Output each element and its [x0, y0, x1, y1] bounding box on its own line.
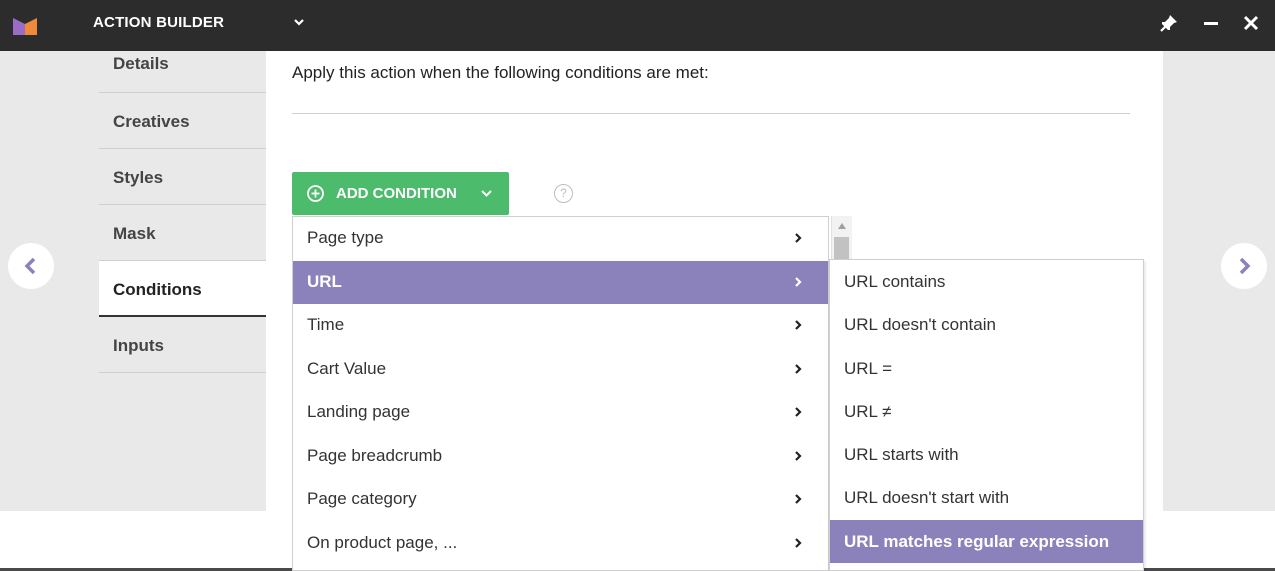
- item-label: URL contains: [844, 272, 946, 291]
- title-bar: ACTION BUILDER: [0, 0, 1275, 51]
- nav-item-label: Mask: [113, 224, 156, 243]
- condition-type-landing-page[interactable]: Landing page: [293, 391, 828, 435]
- item-label: URL =: [844, 358, 893, 378]
- nav-item-label: Styles: [113, 168, 164, 187]
- pin-icon[interactable]: [1158, 12, 1180, 34]
- url-doesnt-start-with-option[interactable]: URL doesn't start with: [830, 476, 1143, 519]
- item-label: URL starts with: [844, 445, 959, 465]
- condition-type-on-product-page[interactable]: On product page, ...: [293, 522, 828, 566]
- nav-item-label: Inputs: [113, 336, 164, 355]
- chevron-right-icon: [795, 276, 802, 287]
- url-matches-regex-option[interactable]: URL matches regular expression: [830, 519, 1143, 564]
- item-label: Landing page: [307, 402, 411, 421]
- chevron-right-icon: [795, 494, 802, 504]
- item-label: URL: [307, 271, 342, 291]
- nav-item-styles[interactable]: Styles: [99, 149, 266, 205]
- item-label: URL matches regular expression: [844, 531, 1110, 551]
- condition-type-dropdown: Page type URL Time Cart Value Landing pa…: [292, 216, 829, 571]
- item-label: URL ≠: [844, 401, 892, 421]
- help-icon[interactable]: ?: [554, 184, 573, 203]
- next-button[interactable]: [1221, 243, 1267, 289]
- url-not-equals-option[interactable]: URL ≠: [830, 390, 1143, 433]
- chevron-right-icon: [1239, 257, 1251, 275]
- chevron-right-icon: [795, 537, 802, 548]
- condition-type-cart-value[interactable]: Cart Value: [293, 348, 828, 392]
- chevron-right-icon: [795, 450, 802, 461]
- url-condition-submenu: URL contains URL doesn't contain URL = U…: [829, 259, 1144, 571]
- add-condition-label: ADD CONDITION: [336, 185, 457, 202]
- chevron-down-icon: [481, 190, 492, 197]
- chevron-right-icon: [795, 320, 802, 330]
- item-label: Cart Value: [307, 358, 387, 378]
- nav-item-label: Details: [113, 54, 169, 73]
- chevron-left-icon: [24, 257, 36, 275]
- item-label: Time: [307, 315, 345, 334]
- condition-type-page-breadcrumb[interactable]: Page breadcrumb: [293, 435, 828, 479]
- condition-type-url[interactable]: URL: [293, 260, 828, 304]
- url-contains-option[interactable]: URL contains: [830, 260, 1143, 303]
- nav-item-details[interactable]: Details: [99, 51, 266, 93]
- item-label: Page type: [307, 228, 384, 247]
- condition-type-time[interactable]: Time: [293, 304, 828, 348]
- item-label: URL doesn't contain: [844, 315, 996, 335]
- nav-item-label: Conditions: [113, 280, 202, 299]
- nav-item-label: Creatives: [113, 112, 190, 131]
- scroll-up-arrow-icon[interactable]: [837, 222, 847, 230]
- chevron-right-icon: [795, 363, 802, 374]
- nav-item-mask[interactable]: Mask: [99, 205, 266, 261]
- item-label: Page breadcrumb: [307, 445, 443, 465]
- nav-item-inputs[interactable]: Inputs: [99, 317, 266, 373]
- item-label: On product page, ...: [307, 532, 458, 552]
- url-doesnt-contain-option[interactable]: URL doesn't contain: [830, 303, 1143, 346]
- url-equals-option[interactable]: URL =: [830, 347, 1143, 390]
- url-starts-with-option[interactable]: URL starts with: [830, 433, 1143, 476]
- app-title: ACTION BUILDER: [93, 14, 225, 31]
- nav-item-conditions[interactable]: Conditions: [99, 261, 266, 317]
- close-icon[interactable]: [1240, 12, 1262, 34]
- minimize-icon[interactable]: [1200, 12, 1222, 34]
- chevron-right-icon: [795, 407, 802, 417]
- condition-type-page-category[interactable]: Page category: [293, 478, 828, 522]
- nav-item-creatives[interactable]: Creatives: [99, 93, 266, 149]
- item-label: URL doesn't start with: [844, 488, 1010, 508]
- condition-type-page-type[interactable]: Page type: [293, 217, 828, 261]
- divider: [292, 113, 1130, 114]
- conditions-heading: Apply this action when the following con…: [292, 63, 709, 82]
- add-condition-button[interactable]: ADD CONDITION: [292, 172, 509, 215]
- chevron-right-icon: [795, 233, 802, 243]
- logo-icon: [13, 18, 37, 35]
- section-nav: Details Creatives Styles Mask Conditions…: [99, 51, 266, 373]
- item-label: Page category: [307, 489, 417, 508]
- previous-button[interactable]: [8, 243, 54, 289]
- add-circle-icon: [307, 185, 324, 202]
- chevron-down-icon[interactable]: [292, 15, 306, 29]
